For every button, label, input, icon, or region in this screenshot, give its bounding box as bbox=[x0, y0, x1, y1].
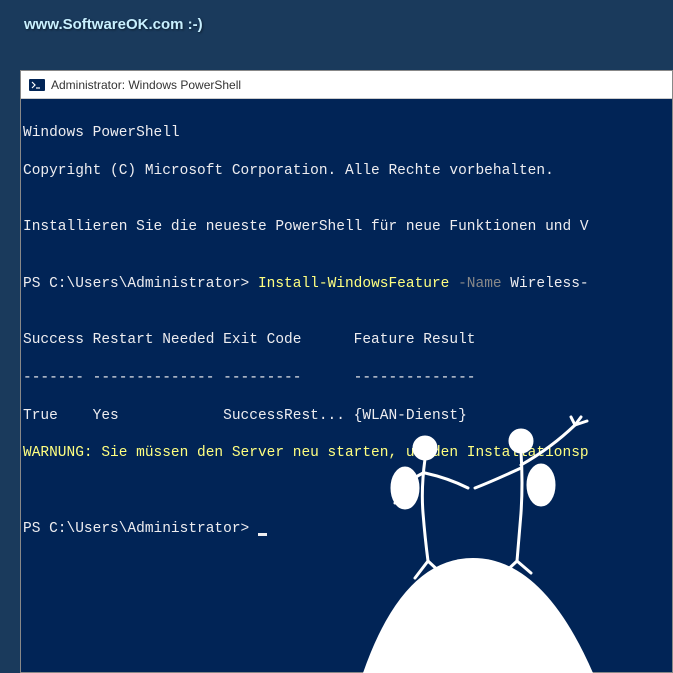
cursor bbox=[258, 533, 267, 536]
prompt: PS C:\Users\Administrator> bbox=[23, 521, 258, 537]
terminal-command-line: PS C:\Users\Administrator> Install-Windo… bbox=[23, 275, 670, 294]
terminal-line: Installieren Sie die neueste PowerShell … bbox=[23, 218, 670, 237]
terminal-line: Windows PowerShell bbox=[23, 124, 670, 143]
window-title: Administrator: Windows PowerShell bbox=[51, 78, 241, 92]
terminal-prompt-line: PS C:\Users\Administrator> bbox=[23, 520, 670, 539]
prompt: PS C:\Users\Administrator> bbox=[23, 276, 258, 292]
terminal-separator: ------- -------------- --------- -------… bbox=[23, 369, 670, 388]
terminal-line: Copyright (C) Microsoft Corporation. All… bbox=[23, 162, 670, 181]
terminal-result: True Yes SuccessRest... {WLAN-Dienst} bbox=[23, 407, 670, 426]
argument: Wireless- bbox=[502, 276, 589, 292]
terminal-warning: WARNUNG: Sie müssen den Server neu start… bbox=[23, 444, 670, 463]
window-titlebar[interactable]: Administrator: Windows PowerShell bbox=[21, 71, 672, 99]
watermark-text: www.SoftwareOK.com :-) bbox=[24, 16, 203, 33]
terminal-header: Success Restart Needed Exit Code Feature… bbox=[23, 331, 670, 350]
parameter: -Name bbox=[449, 276, 501, 292]
powershell-icon bbox=[29, 77, 45, 93]
powershell-window: Administrator: Windows PowerShell Window… bbox=[20, 70, 673, 673]
terminal-content[interactable]: Windows PowerShell Copyright (C) Microso… bbox=[21, 99, 672, 582]
command: Install-WindowsFeature bbox=[258, 276, 449, 292]
